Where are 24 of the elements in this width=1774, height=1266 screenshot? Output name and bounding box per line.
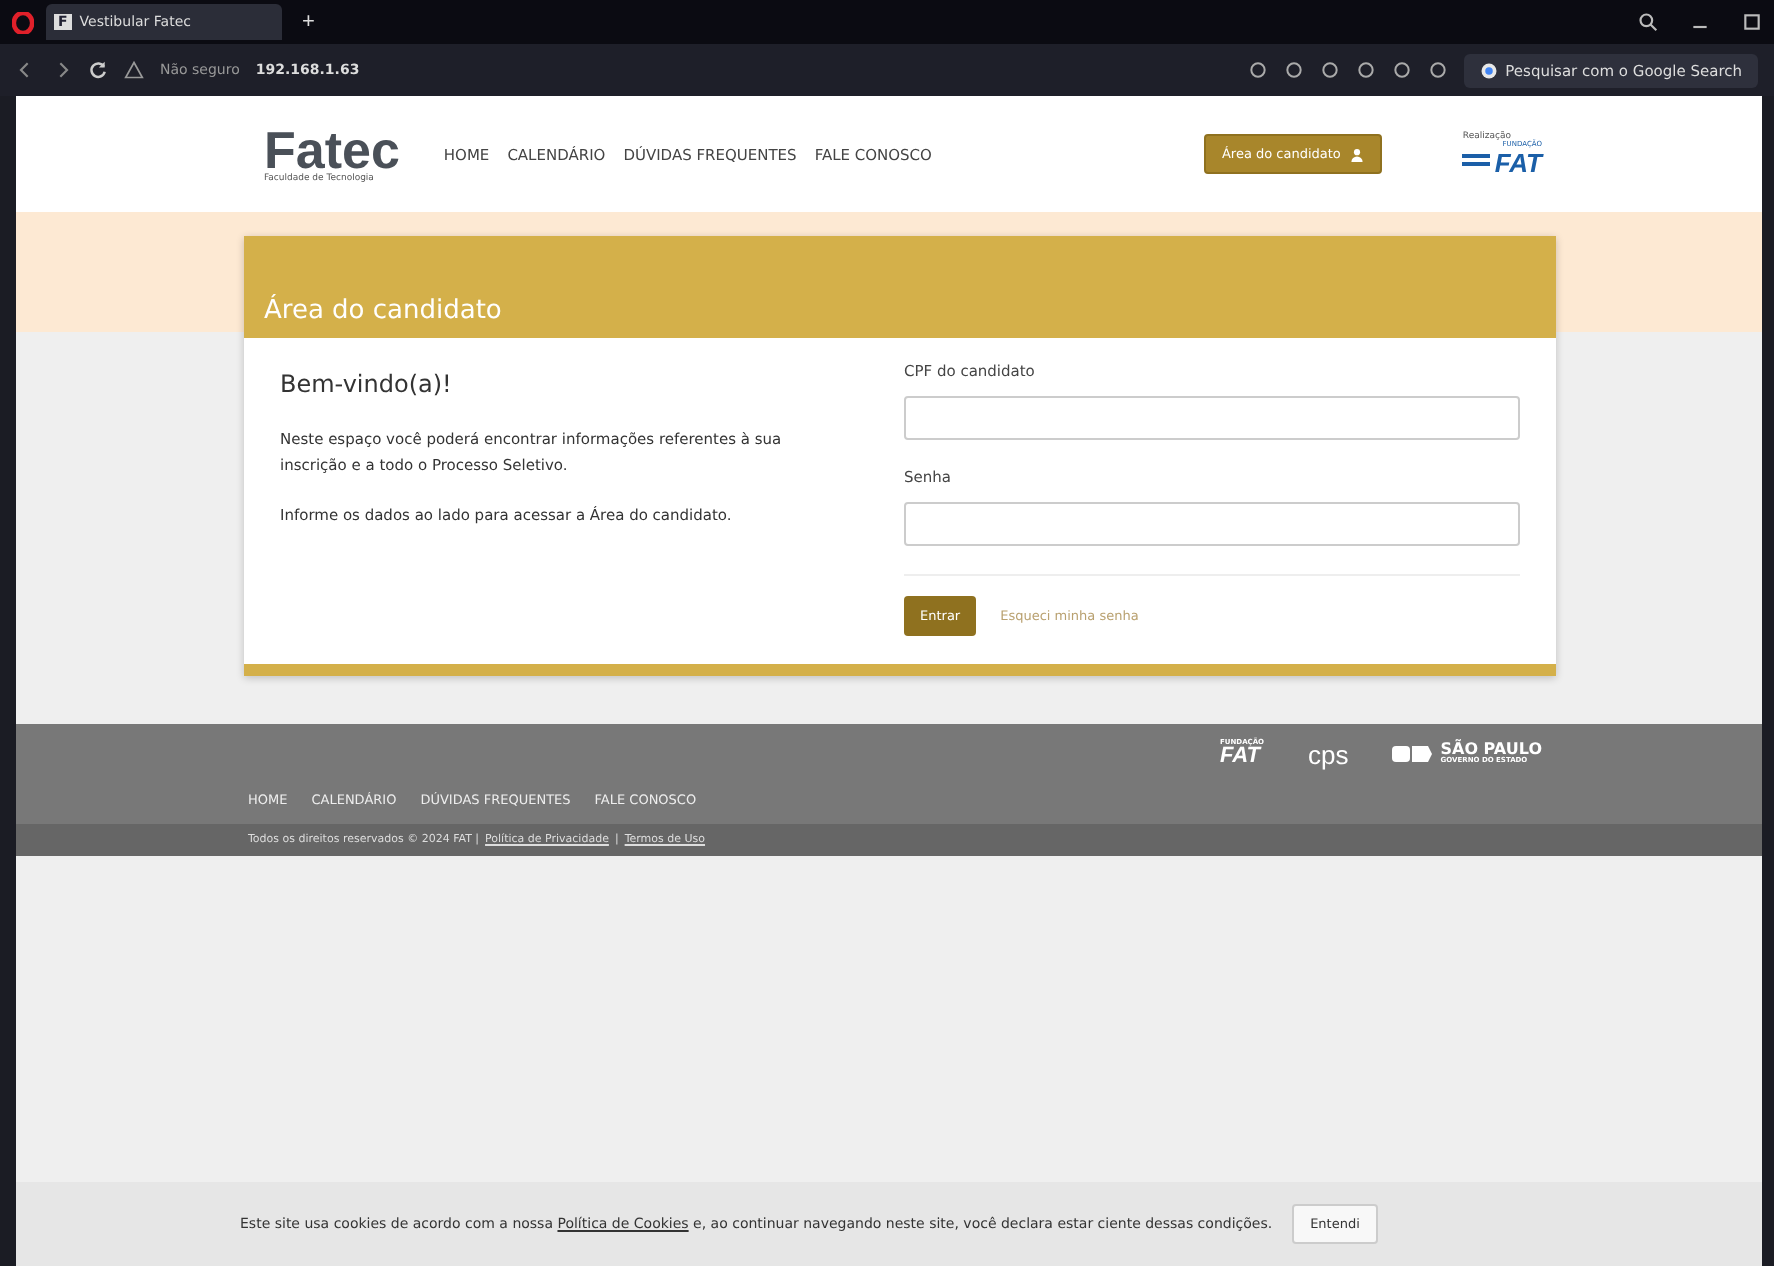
logo-text: FAT	[1220, 746, 1262, 769]
warning-icon[interactable]	[124, 60, 144, 80]
toolbar-icon[interactable]	[1355, 60, 1376, 80]
toolbar-icon[interactable]	[1319, 60, 1340, 80]
toolbar-icon[interactable]	[1391, 60, 1412, 80]
wave-icon	[1462, 149, 1491, 169]
user-icon	[1350, 147, 1365, 161]
search-icon[interactable]	[1638, 12, 1658, 32]
password-field[interactable]	[904, 502, 1520, 546]
maximize-icon[interactable]	[1742, 12, 1762, 32]
new-tab-button[interactable]: +	[294, 10, 323, 34]
opera-logo-icon[interactable]	[12, 11, 34, 33]
card-title: Área do candidato	[264, 296, 502, 326]
sp-mark-icon	[1392, 744, 1433, 764]
toolbar-icon[interactable]	[1427, 60, 1448, 80]
cps-logo: cps	[1308, 739, 1349, 769]
fatec-logo[interactable]: Fatec	[264, 125, 400, 173]
toolbar-icon[interactable]	[1283, 60, 1304, 80]
google-icon	[1479, 61, 1498, 79]
welcome-heading: Bem-vindo(a)!	[280, 370, 454, 398]
reload-icon[interactable]	[88, 60, 108, 80]
cpf-field[interactable]	[904, 396, 1520, 440]
toolbar-icon[interactable]	[1247, 60, 1268, 80]
logo-text: FAT	[1494, 149, 1542, 176]
